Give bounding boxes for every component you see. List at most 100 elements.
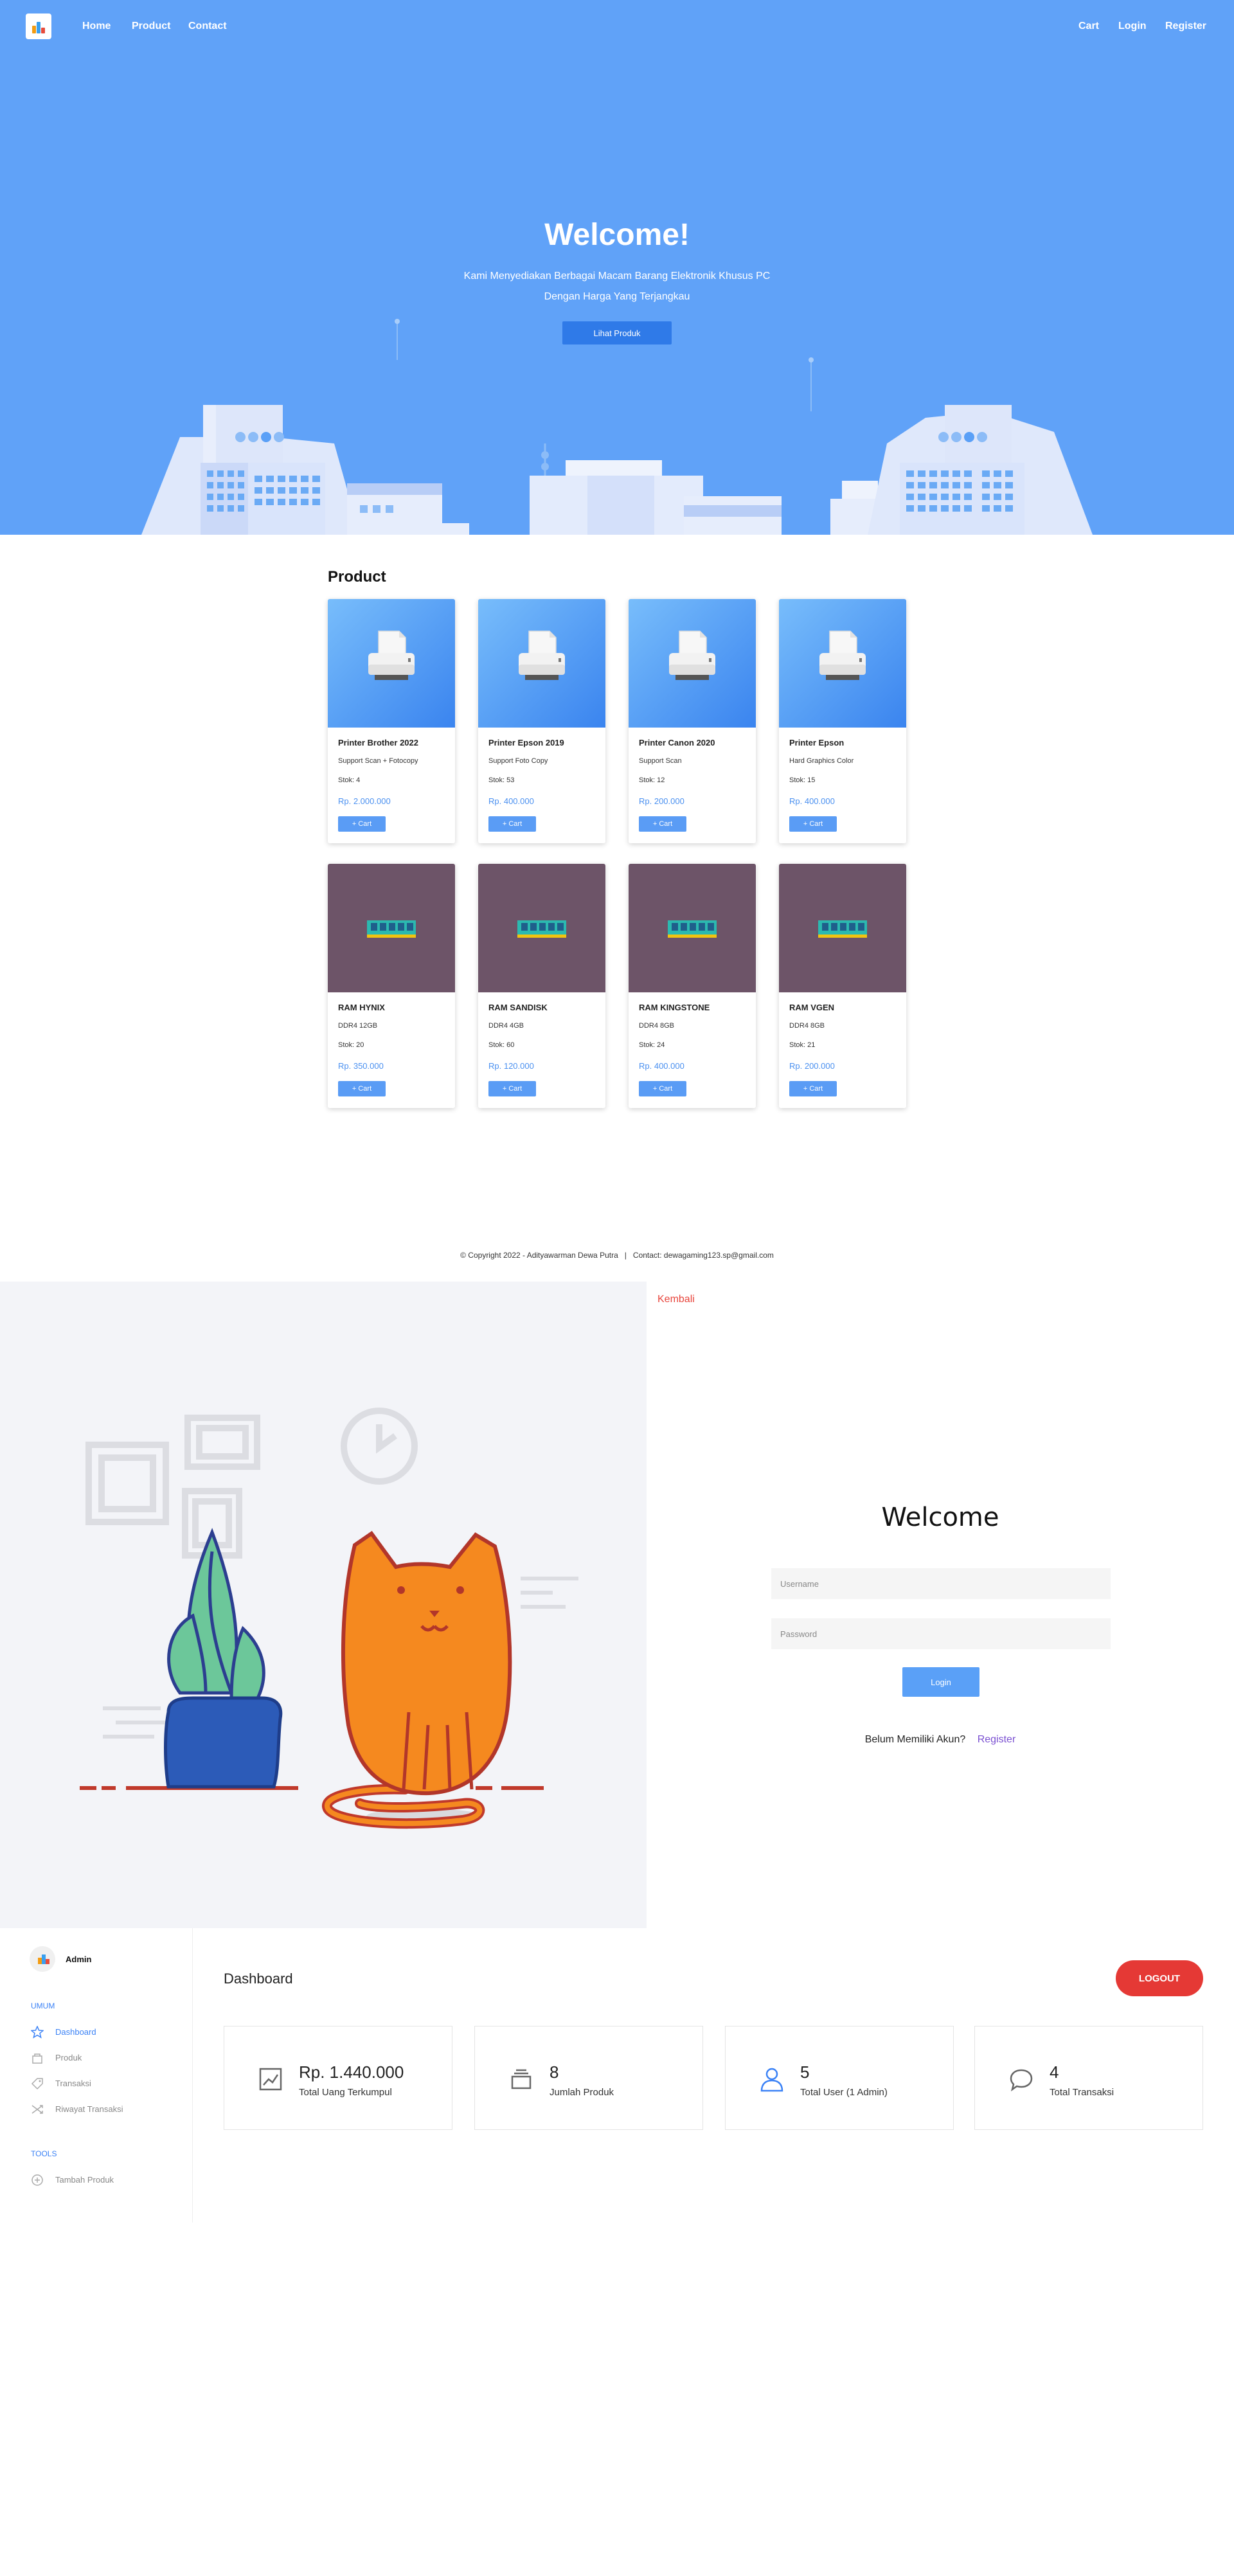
add-to-cart-button[interactable]: + Cart [789, 816, 837, 832]
product-description: Support Foto Copy [488, 757, 548, 765]
login-illustration-panel [0, 1282, 647, 1928]
footer-contact: Contact: dewagaming123.sp@gmail.com [632, 1251, 774, 1260]
add-to-cart-button[interactable]: + Cart [338, 1081, 386, 1096]
product-image[interactable] [328, 864, 455, 992]
stat-label: Total Transaksi [1050, 2087, 1114, 2098]
product-stock: Stok: 12 [639, 776, 665, 784]
logo-icon[interactable] [26, 13, 51, 39]
product-stock: Stok: 4 [338, 776, 361, 784]
product-price: Rp. 400.000 [639, 1061, 684, 1071]
product-image[interactable] [328, 599, 455, 728]
product-card[interactable]: RAM SANDISK DDR4 4GB Stok: 60 Rp. 120.000 + … [478, 864, 605, 1108]
product-card[interactable]: Printer Epson 2019 Support Foto Copy Stok:… [478, 599, 605, 843]
stat-card-transactions: 4 Total Transaksi [974, 2026, 1203, 2130]
stat-value: Rp. 1.440.000 [299, 2062, 404, 2082]
back-link[interactable]: Kembali [657, 1294, 695, 1305]
product-stock: Stok: 15 [789, 776, 816, 784]
product-stock: Stok: 60 [488, 1041, 515, 1049]
hero-title: Welcome! [544, 218, 690, 252]
product-card[interactable]: RAM HYNIX DDR4 12GB Stok: 20 Rp. 350.000 + C… [328, 864, 455, 1108]
register-link[interactable]: Register [978, 1734, 1016, 1745]
footer-copyright: © Copyright 2022 - Adityawarman Dewa Put… [460, 1251, 618, 1260]
footer-separator: | [624, 1251, 627, 1260]
login-form-panel [647, 1282, 1234, 1928]
printer-icon [519, 631, 565, 680]
product-price: Rp. 350.000 [338, 1061, 384, 1071]
add-to-cart-button[interactable]: + Cart [488, 816, 536, 832]
ram-icon [517, 920, 566, 938]
admin-name: Admin [66, 1954, 92, 1964]
product-card[interactable]: Printer Epson Hard Graphics Color Stok: 15… [779, 599, 906, 843]
sidebar-section-general: UMUM [31, 2001, 55, 2010]
hero-subtitle-line-2: Dengan Harga Yang Terjangkau [544, 291, 690, 302]
admin-avatar [30, 1946, 55, 1972]
nav-product-link[interactable]: Product [132, 21, 170, 32]
sidebar-item-label: Dashboard [55, 2027, 96, 2037]
star-icon [31, 2026, 44, 2039]
product-stock: Stok: 53 [488, 776, 515, 784]
logout-button[interactable]: LOGOUT [1116, 1960, 1203, 1996]
product-name: RAM VGEN [789, 1003, 835, 1012]
sidebar-item-label: Produk [55, 2053, 82, 2062]
sidebar-item-label: Riwayat Transaksi [55, 2104, 123, 2114]
product-card[interactable]: Printer Canon 2020 Support Scan Stok: 12 Rp… [629, 599, 756, 843]
product-image[interactable] [779, 864, 906, 992]
hero-section: Home Product Contact Cart Login Register… [0, 0, 1234, 535]
shuffle-icon [31, 2105, 43, 2114]
nav-cart-link[interactable]: Cart [1078, 21, 1099, 32]
product-image[interactable] [478, 599, 605, 728]
stat-card-products: 8 Jumlah Produk [474, 2026, 703, 2130]
nav-register-link[interactable]: Register [1165, 21, 1206, 32]
sidebar-item-label: Tambah Produk [55, 2175, 114, 2185]
page: Home Product Contact Cart Login Register… [0, 0, 1234, 2576]
add-to-cart-button[interactable]: + Cart [338, 816, 386, 832]
product-name: RAM HYNIX [338, 1003, 385, 1012]
stat-label: Total Uang Terkumpul [299, 2087, 392, 2098]
products-heading: Product [328, 568, 386, 586]
product-description: DDR4 8GB [639, 1022, 675, 1030]
product-card[interactable]: Printer Brother 2022 Support Scan + Fotoc… [328, 599, 455, 843]
sidebar-section-tools: TOOLS [31, 2149, 57, 2158]
product-description: DDR4 8GB [789, 1022, 825, 1030]
ram-icon [668, 920, 717, 938]
product-description: Support Scan + Fotocopy [338, 757, 418, 765]
stat-value: 4 [1050, 2062, 1059, 2082]
hero-subtitle: Kami Menyediakan Berbagai Macam Barang E… [424, 266, 810, 307]
add-to-cart-button[interactable]: + Cart [488, 1081, 536, 1096]
product-price: Rp. 200.000 [639, 796, 684, 806]
product-name: Printer Brother 2022 [338, 738, 418, 747]
sidebar-item-label: Transaksi [55, 2079, 91, 2088]
product-image[interactable] [779, 599, 906, 728]
login-title: Welcome [881, 1503, 999, 1532]
product-name: Printer Epson [789, 738, 845, 747]
product-stock: Stok: 20 [338, 1041, 364, 1049]
product-card[interactable]: RAM VGEN DDR4 8GB Stok: 21 Rp. 200.000 + Car… [779, 864, 906, 1108]
product-image[interactable] [629, 599, 756, 728]
dashboard-title: Dashboard [224, 1971, 293, 1987]
bag-icon [32, 2053, 42, 2064]
plus-circle-icon [31, 2174, 43, 2186]
stat-card-users: 5 Total User (1 Admin) [725, 2026, 954, 2130]
hero-subtitle-line-1: Kami Menyediakan Berbagai Macam Barang E… [463, 271, 771, 282]
login-button[interactable]: Login [902, 1667, 979, 1697]
product-image[interactable] [629, 864, 756, 992]
footer: © Copyright 2022 - Adityawarman Dewa Put… [0, 1251, 1234, 1260]
stat-value: 8 [550, 2062, 559, 2082]
printer-icon [669, 631, 715, 680]
username-input[interactable] [771, 1568, 1111, 1599]
product-image[interactable] [478, 864, 605, 992]
add-to-cart-button[interactable]: + Cart [639, 1081, 686, 1096]
product-price: Rp. 400.000 [488, 796, 534, 806]
nav-contact-link[interactable]: Contact [188, 21, 227, 32]
product-card[interactable]: RAM KINGSTONE DDR4 8GB Stok: 24 Rp. 400.000… [629, 864, 756, 1108]
nav-home-link[interactable]: Home [82, 21, 111, 32]
add-to-cart-button[interactable]: + Cart [789, 1081, 837, 1096]
printer-icon [368, 631, 415, 680]
view-products-button[interactable]: Lihat Produk [562, 321, 672, 344]
nav-login-link[interactable]: Login [1118, 21, 1147, 32]
product-price: Rp. 400.000 [789, 796, 835, 806]
add-to-cart-button[interactable]: + Cart [639, 816, 686, 832]
product-price: Rp. 120.000 [488, 1061, 534, 1071]
password-input[interactable] [771, 1618, 1111, 1649]
product-description: DDR4 4GB [488, 1022, 524, 1030]
